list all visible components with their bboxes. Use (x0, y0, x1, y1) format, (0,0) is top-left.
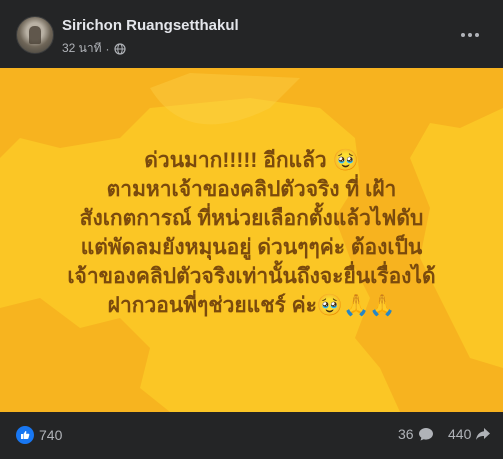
post-timestamp[interactable]: 32 นาที (62, 39, 102, 58)
comments-count[interactable]: 36 (398, 426, 434, 442)
post-text-line: เจ้าของคลิปตัวจริงเท่านั้นถึงจะยื่นเรื่อ… (67, 265, 436, 288)
post-stats: 740 36 440 (0, 420, 503, 452)
share-icon (476, 428, 491, 440)
post-content: ด่วนมาก!!!!! อีกแล้ว 🥹 ตามหาเจ้าของคลิปต… (0, 68, 503, 412)
meta-separator: · (105, 41, 110, 56)
comment-icon (418, 428, 433, 441)
shares-count[interactable]: 440 (448, 426, 491, 442)
post-text-line: สังเกตการณ์ ที่หน่วยเลือกตั้งแล้วไฟดับ (79, 207, 424, 230)
post-header: Sirichon Ruangsetthakul 32 นาที · (0, 0, 503, 68)
author-name[interactable]: Sirichon Ruangsetthakul (62, 17, 239, 34)
post-text-line: ตามหาเจ้าของคลิปตัวจริง ที่ เฝ้า (106, 178, 397, 201)
shares-value: 440 (448, 426, 472, 442)
globe-icon (113, 42, 126, 55)
more-options-icon[interactable] (455, 23, 485, 47)
post-text-line: ฝากวอนพี่ๆช่วยแชร์ ค่ะ🥹🙏🙏 (107, 294, 396, 317)
post-text-line: ด่วนมาก!!!!! อีกแล้ว 🥹 (144, 149, 359, 172)
comments-value: 36 (398, 426, 414, 442)
post-text-line: แต่พัดลมยังหมุนอยู่ ด่วนๆๆค่ะ ต้องเป็น (80, 236, 423, 259)
post-meta: 32 นาที · (62, 39, 126, 58)
reactions-value: 740 (39, 427, 63, 443)
like-icon (16, 426, 34, 444)
post-text: ด่วนมาก!!!!! อีกแล้ว 🥹 ตามหาเจ้าของคลิปต… (0, 146, 503, 320)
avatar[interactable] (16, 16, 54, 54)
reactions-count[interactable]: 740 (16, 426, 62, 444)
post-card: Sirichon Ruangsetthakul 32 นาที · ด่วนมา… (0, 0, 503, 459)
